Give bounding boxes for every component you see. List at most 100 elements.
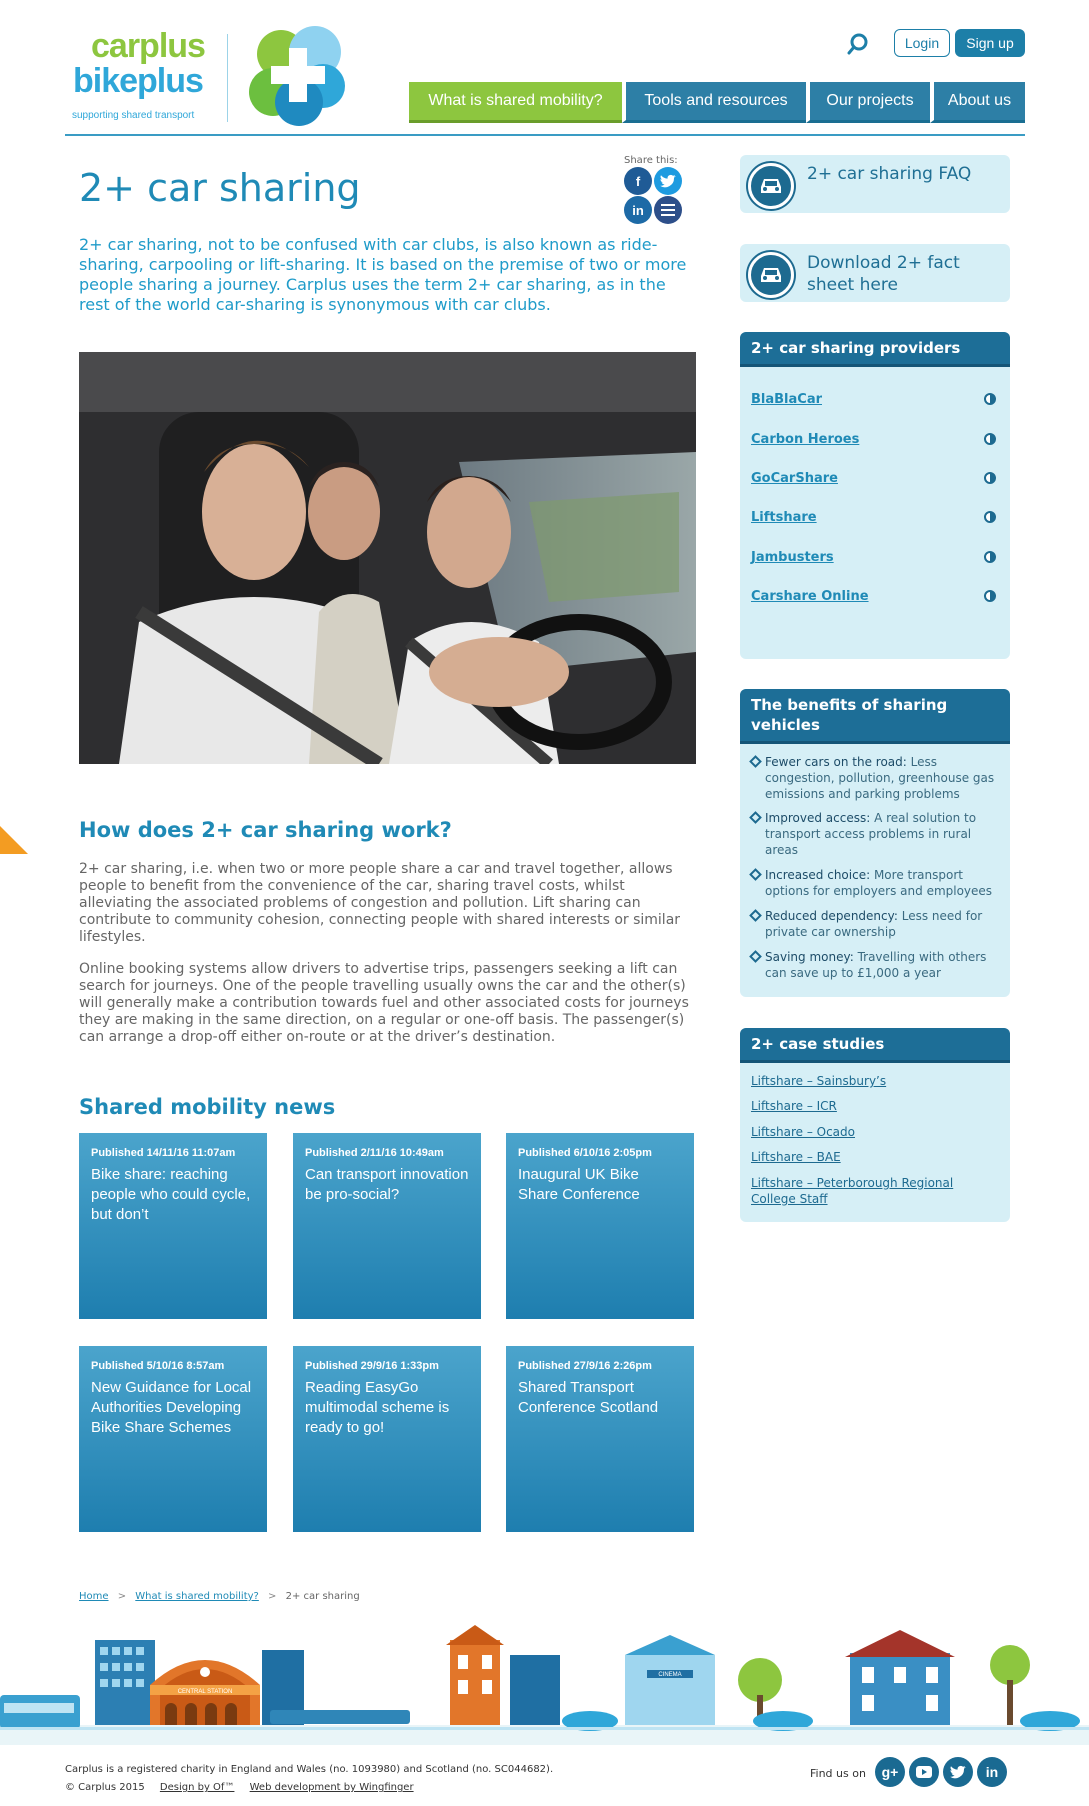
breadcrumb: Home > What is shared mobility? > 2+ car… (79, 1591, 360, 1602)
charity-info: Carplus is a registered charity in Engla… (65, 1764, 554, 1775)
copyright: © Carplus 2015 (65, 1782, 145, 1793)
news-card[interactable]: Published 27/9/16 2:26pm Shared Transpor… (506, 1346, 694, 1532)
benefit-term: Saving money: (765, 950, 854, 964)
case-study-link[interactable]: Liftshare – ICR (751, 1098, 1001, 1114)
nav-tools-and-resources[interactable]: Tools and resources (622, 82, 806, 123)
town-illustration: CENTRAL STATION CINEMA (0, 1625, 1089, 1745)
benefit-item: Saving money: Travelling with others can… (749, 949, 1001, 981)
diamond-bullet-icon (749, 868, 762, 881)
breadcrumb-separator: > (268, 1591, 277, 1602)
design-credit-link[interactable]: Design by Of™ (160, 1782, 235, 1793)
intro-paragraph: 2+ car sharing, not to be confused with … (79, 235, 687, 314)
download-label: Download 2+ fact sheet here (807, 253, 960, 295)
how-heading: How does 2+ car sharing work? (79, 818, 452, 842)
hero-photo (79, 352, 696, 764)
download-factsheet-button[interactable]: Download 2+ fact sheet here (740, 244, 1010, 302)
providers-panel: 2+ car sharing providers BlaBlaCar Carbo… (740, 332, 1010, 659)
news-title: Bike share: reaching people who could cy… (91, 1166, 251, 1223)
linkedin-icon[interactable]: in (977, 1757, 1007, 1787)
news-card[interactable]: Published 5/10/16 8:57am New Guidance fo… (79, 1346, 267, 1532)
provider-link[interactable]: Jambusters (751, 550, 834, 565)
logo-text-carplus: carplus (91, 27, 206, 65)
signup-button[interactable]: Sign up (955, 29, 1025, 57)
news-published: Published 5/10/16 8:57am (91, 1360, 225, 1372)
case-study-link[interactable]: Liftshare – Sainsbury’s (751, 1073, 1001, 1089)
breadcrumb-home[interactable]: Home (79, 1591, 109, 1602)
faq-label: 2+ car sharing FAQ (807, 164, 972, 184)
find-us-label: Find us on (810, 1767, 866, 1780)
breadcrumb-current: 2+ car sharing (285, 1591, 360, 1602)
news-published: Published 2/11/16 10:49am (305, 1147, 444, 1159)
header-divider (65, 134, 1025, 136)
news-card[interactable]: Published 29/9/16 1:33pm Reading EasyGo … (293, 1346, 481, 1532)
provider-link[interactable]: Liftshare (751, 510, 817, 525)
diamond-bullet-icon (749, 811, 762, 824)
diamond-bullet-icon (749, 950, 762, 963)
breadcrumb-separator: > (117, 1591, 127, 1602)
benefit-item: Increased choice: More transport options… (749, 867, 1001, 899)
logo-divider (227, 34, 228, 122)
provider-link[interactable]: Carbon Heroes (751, 432, 859, 447)
news-title: Can transport innovation be pro-social? (305, 1166, 469, 1203)
station-sign: CENTRAL STATION (178, 1689, 233, 1695)
site-header: carplus bikeplus supporting shared trans… (0, 0, 1089, 140)
news-heading: Shared mobility news (79, 1095, 336, 1119)
case-study-link[interactable]: Liftshare – Peterborough Regional Colleg… (751, 1175, 1001, 1207)
side-tab-arrow-icon[interactable] (0, 826, 28, 854)
news-published: Published 27/9/16 2:26pm (518, 1360, 652, 1372)
benefit-item: Fewer cars on the road: Less congestion,… (749, 754, 1001, 802)
cinema-sign: CINEMA (658, 1672, 681, 1678)
nav-what-is-shared-mobility[interactable]: What is shared mobility? (409, 82, 622, 123)
facebook-share-icon[interactable]: f (624, 167, 652, 195)
car-icon (748, 252, 794, 298)
external-link-icon (984, 393, 996, 405)
case-studies-heading: 2+ case studies (740, 1028, 1010, 1063)
provider-link[interactable]: BlaBlaCar (751, 392, 822, 407)
case-studies-panel: 2+ case studies Liftshare – Sainsbury’s … (740, 1028, 1010, 1222)
faq-button[interactable]: 2+ car sharing FAQ (740, 155, 1010, 213)
breadcrumb-section[interactable]: What is shared mobility? (135, 1591, 259, 1602)
news-card[interactable]: Published 14/11/16 11:07am Bike share: r… (79, 1133, 267, 1319)
benefits-heading: The benefits of sharing vehicles (740, 689, 1010, 744)
news-title: Shared Transport Conference Scotland (518, 1379, 659, 1416)
external-link-icon (984, 433, 996, 445)
external-link-icon (984, 511, 996, 523)
provider-link[interactable]: GoCarShare (751, 471, 838, 486)
external-link-icon (984, 551, 996, 563)
nav-about-us[interactable]: About us (930, 82, 1025, 123)
case-study-link[interactable]: Liftshare – BAE (751, 1149, 1001, 1165)
provider-link[interactable]: Carshare Online (751, 589, 869, 604)
how-paragraph-2: Online booking systems allow drivers to … (79, 961, 689, 1045)
youtube-icon[interactable] (909, 1757, 939, 1787)
logo-text-bikeplus: bikeplus (73, 62, 204, 100)
login-button[interactable]: Login (894, 29, 950, 57)
logo-tagline: supporting shared transport (72, 110, 195, 121)
benefit-item: Improved access: A real solution to tran… (749, 810, 1001, 858)
providers-heading: 2+ car sharing providers (740, 332, 1010, 367)
nav-our-projects[interactable]: Our projects (806, 82, 930, 123)
benefit-item: Reduced dependency: Less need for privat… (749, 908, 1001, 940)
search-icon[interactable] (845, 31, 871, 57)
diamond-bullet-icon (749, 909, 762, 922)
benefit-term: Improved access: (765, 811, 871, 825)
news-card[interactable]: Published 2/11/16 10:49am Can transport … (293, 1133, 481, 1319)
news-card[interactable]: Published 6/10/16 2:05pm Inaugural UK Bi… (506, 1133, 694, 1319)
google-plus-icon[interactable]: g+ (875, 1757, 905, 1787)
logo[interactable]: carplus bikeplus supporting shared trans… (65, 24, 355, 134)
news-title: Reading EasyGo multimodal scheme is read… (305, 1379, 450, 1436)
more-share-icon[interactable] (654, 196, 682, 224)
case-study-link[interactable]: Liftshare – Ocado (751, 1124, 1001, 1140)
benefit-term: Increased choice: (765, 868, 871, 882)
share-label: Share this: (624, 155, 678, 166)
how-paragraph-1: 2+ car sharing, i.e. when two or more pe… (79, 861, 681, 945)
benefit-term: Fewer cars on the road: (765, 755, 907, 769)
car-sharing-photo-image (79, 352, 696, 764)
benefit-term: Reduced dependency: (765, 909, 898, 923)
news-title: Inaugural UK Bike Share Conference (518, 1166, 640, 1203)
external-link-icon (984, 590, 996, 602)
webdev-credit-link[interactable]: Web development by Wingfinger (250, 1782, 414, 1793)
linkedin-share-icon[interactable]: in (624, 196, 652, 224)
benefits-panel: The benefits of sharing vehicles Fewer c… (740, 689, 1010, 997)
twitter-share-icon[interactable] (654, 167, 682, 195)
twitter-icon[interactable] (943, 1757, 973, 1787)
